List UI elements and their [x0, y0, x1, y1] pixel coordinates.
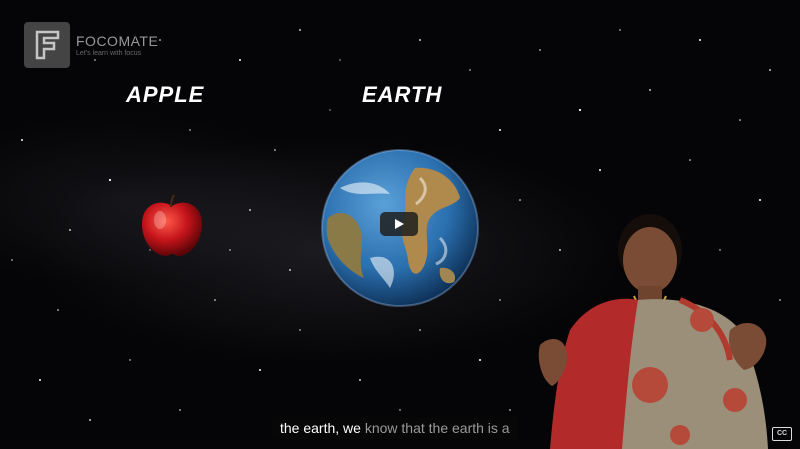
- caption-upcoming-text: know that the earth is a: [364, 420, 510, 436]
- brand-name: FOCOMATE: [76, 33, 159, 49]
- subtitle-caption: the earth, we know that the earth is a: [272, 417, 518, 439]
- apple-label: APPLE: [126, 82, 205, 107]
- brand-logo: FOCOMATE Let's learn with focus: [24, 22, 158, 68]
- caption-spoken-text: the earth, we: [280, 420, 361, 436]
- apple-illustration: [142, 194, 202, 256]
- play-icon: [395, 219, 404, 229]
- logo-f-icon: [24, 22, 70, 68]
- play-button[interactable]: [380, 212, 418, 236]
- brand-tagline: Let's learn with focus: [76, 50, 142, 57]
- closed-captions-button[interactable]: CC: [772, 427, 792, 441]
- earth-label: EARTH: [362, 82, 443, 107]
- video-player[interactable]: FOCOMATE Let's learn with focus APPLE EA…: [0, 0, 800, 449]
- presenter-video: [538, 214, 768, 449]
